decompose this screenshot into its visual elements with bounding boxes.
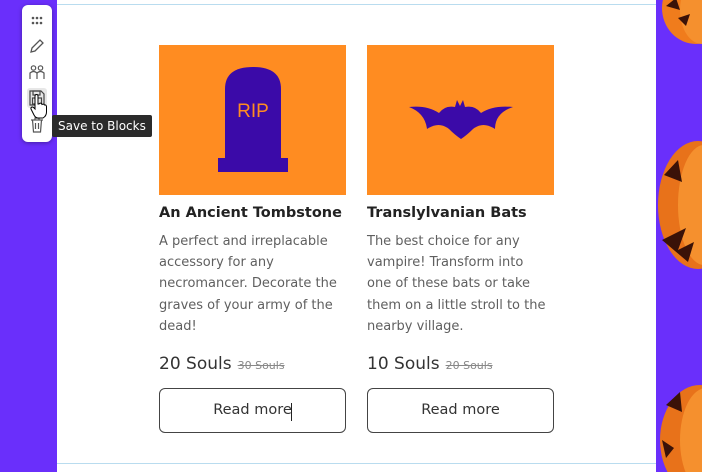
hand-cursor-icon xyxy=(30,94,47,119)
product-title: An Ancient Tombstone xyxy=(159,205,342,221)
product-price: 20 Souls 30 Souls xyxy=(159,354,285,374)
read-more-label: Read more xyxy=(213,402,292,418)
pumpkin-icon xyxy=(658,141,702,269)
block-guide-line-top xyxy=(57,4,656,5)
tombstone-image: RIP xyxy=(159,45,346,195)
save-to-blocks-tooltip: Save to Blocks xyxy=(52,115,152,137)
product-title: Translylvanian Bats xyxy=(367,205,527,221)
read-more-button[interactable]: Read more xyxy=(159,388,346,433)
block-toolbar xyxy=(22,5,52,142)
old-price: 20 Souls xyxy=(445,359,493,372)
people-icon xyxy=(29,65,45,79)
pumpkin-decoration xyxy=(656,0,702,472)
pumpkin-icon xyxy=(662,0,702,44)
block-guide-line-bottom xyxy=(57,463,656,464)
duplicate-button[interactable] xyxy=(27,63,47,83)
drag-handle-icon xyxy=(31,16,43,25)
read-more-button[interactable]: Read more xyxy=(367,388,554,433)
bat-image xyxy=(367,45,554,195)
current-price: 10 Souls xyxy=(367,354,440,374)
tombstone-rip-text: RIP xyxy=(237,101,269,122)
bat-icon xyxy=(409,100,513,139)
drag-handle-button[interactable] xyxy=(27,11,47,31)
product-description: The best choice for any vampire! Transfo… xyxy=(367,234,546,334)
text-cursor xyxy=(291,403,292,421)
current-price: 20 Souls xyxy=(159,354,232,374)
email-canvas xyxy=(57,0,656,472)
product-description: A perfect and irreplacable accessory for… xyxy=(159,234,337,334)
pencil-icon xyxy=(30,39,44,53)
tombstone-icon: RIP xyxy=(218,67,288,172)
old-price: 30 Souls xyxy=(237,359,285,372)
edit-button[interactable] xyxy=(27,36,47,56)
read-more-label: Read more xyxy=(421,402,500,418)
product-price: 10 Souls 20 Souls xyxy=(367,354,493,374)
pumpkin-icon xyxy=(660,385,702,472)
